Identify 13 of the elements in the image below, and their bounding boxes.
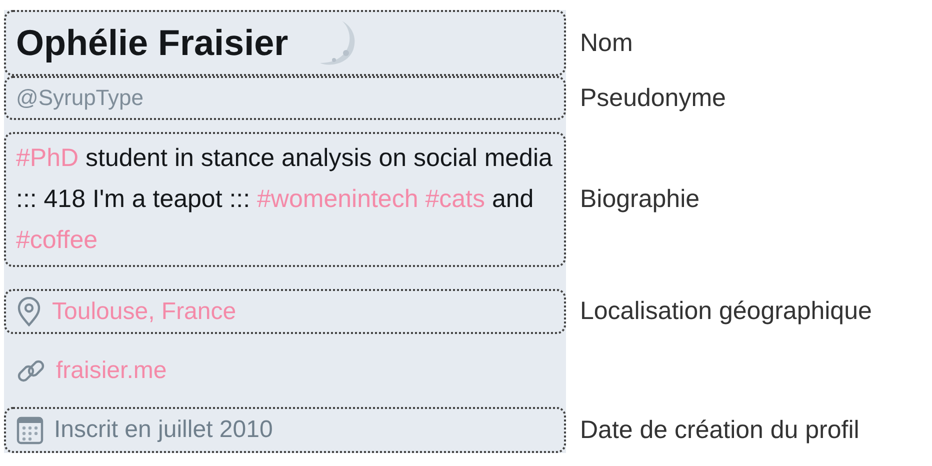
location-link[interactable]: Toulouse, France [52, 298, 236, 326]
display-name: Ophélie Fraisier [16, 22, 288, 64]
annotation-label: Pseudonyme [580, 84, 726, 112]
join-date: Inscrit en juillet 2010 [54, 416, 273, 444]
annotation-label: Date de création du profil [580, 416, 860, 444]
annotation-label: Localisation géographique [580, 297, 872, 326]
calendar-icon [16, 415, 44, 445]
website-link[interactable]: fraisier.me [56, 356, 167, 384]
bio-text: #PhD student in stance analysis on social media ::: 418 I'm a teapot ::: #womenintech #cats and #coffee [16, 143, 554, 256]
annotation-label: Biographie [580, 185, 700, 214]
annotation-label: Nom [580, 28, 633, 58]
location-pin-icon [16, 296, 42, 326]
username: @SyrupType [16, 85, 144, 111]
